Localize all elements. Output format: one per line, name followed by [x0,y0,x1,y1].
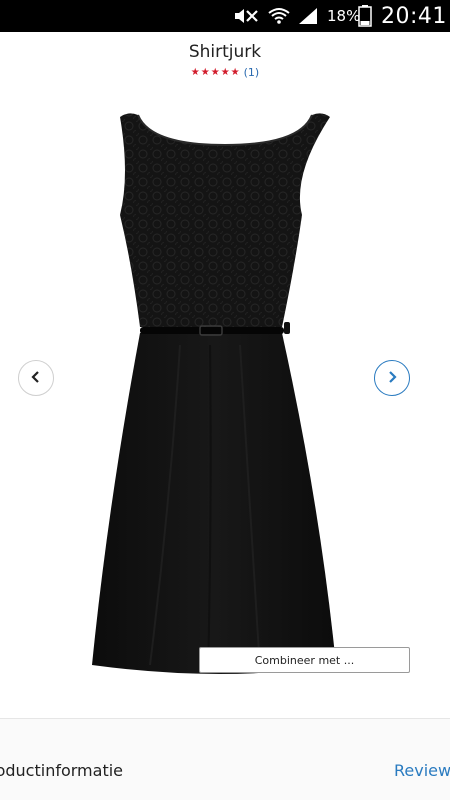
chevron-right-icon [385,369,399,388]
clock-time: 20:41 [381,3,447,29]
next-image-button[interactable] [374,360,410,396]
star-icon: ★ [200,66,210,78]
battery-icon [358,0,372,32]
tab-product-information[interactable]: Productinformatie [0,761,123,780]
product-image[interactable] [80,105,370,683]
tab-reviews[interactable]: Reviews [394,761,450,780]
mute-icon [232,0,260,32]
product-title: Shirtjurk [188,42,262,62]
star-icon: ★ [220,66,230,78]
rating[interactable]: ★ ★ ★ ★ ★ (1) [0,66,450,79]
review-count-link[interactable]: (1) [244,66,260,79]
combine-with-button[interactable]: Combineer met ... [199,647,410,673]
previous-image-button[interactable] [18,360,54,396]
star-rating: ★ ★ ★ ★ ★ [191,67,240,79]
wifi-icon [268,0,290,32]
signal-icon [297,0,319,32]
product-tabs: Productinformatie Reviews [0,719,450,800]
star-icon: ★ [190,66,200,78]
battery-percentage: 18% [327,7,361,25]
chevron-left-icon [29,369,43,388]
star-icon: ★ [210,66,220,78]
status-bar: 18% 20:41 [0,0,450,32]
star-icon: ★ [230,66,240,78]
